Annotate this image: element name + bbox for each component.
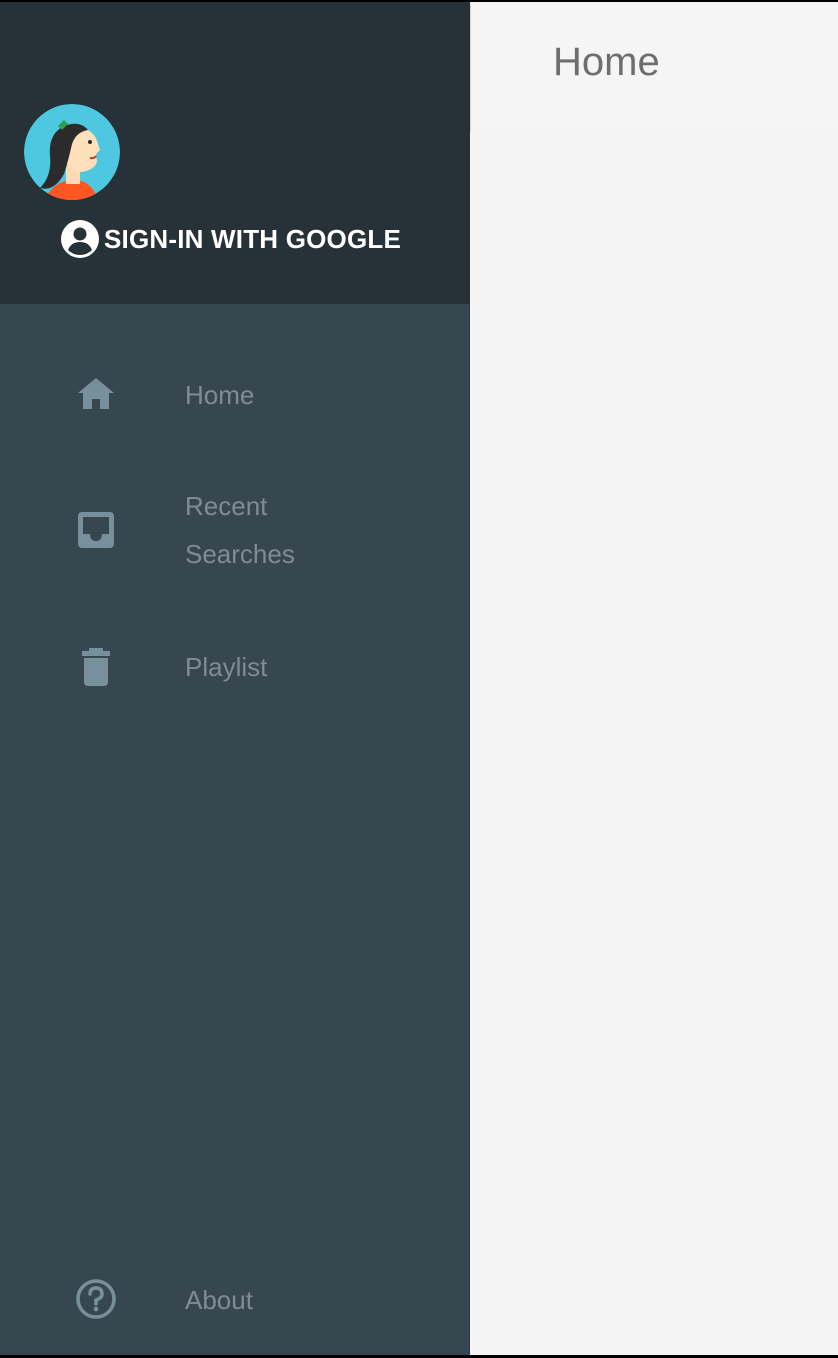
home-icon (74, 371, 118, 415)
drawer-item-home[interactable]: Home (0, 367, 470, 423)
avatar (24, 104, 120, 200)
inbox-icon (74, 508, 118, 552)
avatar-illustration (24, 104, 120, 200)
page-title: Home (553, 40, 660, 84)
drawer-item-label: Home (185, 380, 255, 410)
account-circle-icon (61, 220, 99, 258)
drawer-item-label: About (185, 1285, 253, 1315)
drawer-header: SIGN-IN WITH GOOGLE (0, 2, 470, 304)
app-bar: Home (471, 2, 838, 130)
drawer-item-label: Playlist (185, 652, 268, 682)
main-content (471, 130, 838, 1355)
navigation-drawer: SIGN-IN WITH GOOGLE Home Recent Searches (0, 2, 470, 1355)
drawer-item-recent-searches[interactable]: Recent Searches (0, 480, 470, 580)
app-frame: SIGN-IN WITH GOOGLE Home Recent Searches (0, 2, 838, 1355)
help-circle-icon (74, 1277, 118, 1321)
drawer-item-label: Recent Searches (185, 491, 295, 569)
drawer-item-about[interactable]: About (0, 1273, 470, 1329)
sign-in-google-button[interactable]: SIGN-IN WITH GOOGLE (60, 218, 401, 260)
trash-icon (74, 644, 118, 688)
drawer-item-playlist[interactable]: Playlist (0, 639, 470, 695)
sign-in-label: SIGN-IN WITH GOOGLE (104, 223, 402, 254)
